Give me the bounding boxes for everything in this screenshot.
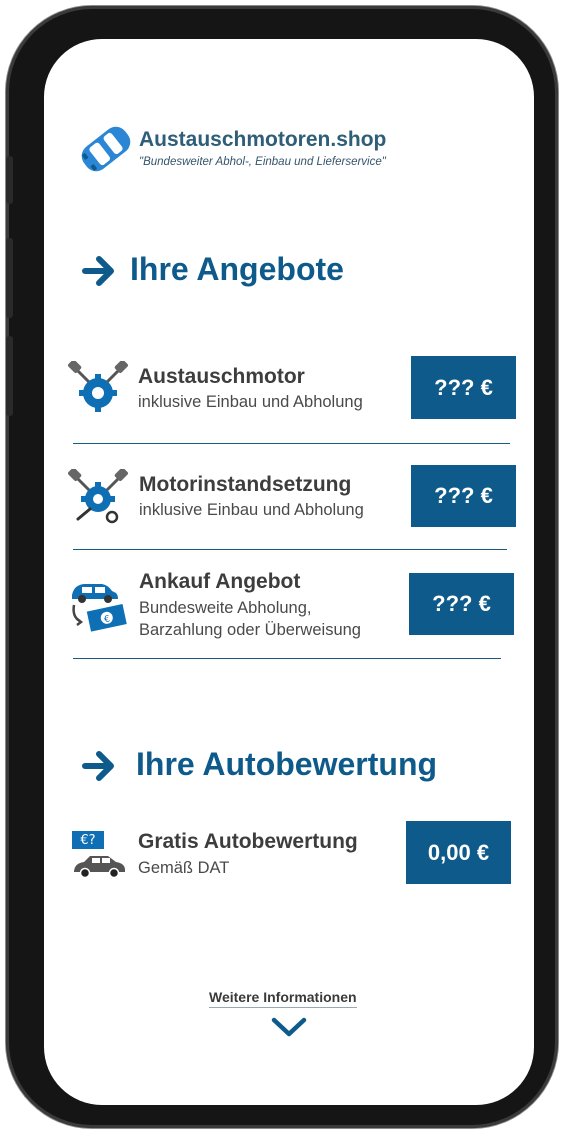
euro-question-badge: €? — [72, 831, 104, 849]
app-screen: Austauschmotoren.shop "Bundesweiter Abho… — [44, 39, 534, 1105]
logo-title: Austauschmotoren.shop — [139, 128, 387, 151]
divider — [73, 658, 501, 659]
valuation-title: Gratis Autobewertung — [138, 830, 358, 853]
car-logo-icon — [74, 121, 138, 177]
offer-title-motorinstandsetzung: Motorinstandsetzung — [139, 473, 352, 496]
valuation-section-title: Ihre Autobewertung — [136, 746, 438, 782]
phone-frame: Austauschmotoren.shop "Bundesweiter Abho… — [6, 6, 558, 1128]
engine-repair-icon — [68, 467, 128, 525]
divider — [73, 443, 510, 444]
arrow-right-icon — [82, 253, 118, 289]
car-money-icon: € — [68, 575, 130, 634]
price-button-motorinstandsetzung[interactable]: ??? € — [411, 465, 516, 527]
offer-subtitle-ankauf-line1: Bundesweite Abholung, — [139, 599, 312, 617]
offer-subtitle-ankauf-line2: Barzahlung oder Überweisung — [139, 621, 361, 639]
offer-subtitle-motorinstandsetzung: inklusive Einbau und Abholung — [139, 501, 364, 519]
volume-up-button — [6, 238, 13, 318]
car-valuation-icon: €? — [70, 831, 128, 881]
arrow-right-icon — [82, 748, 118, 784]
valuation-subtitle: Gemäß DAT — [138, 859, 230, 877]
offer-title-austauschmotor: Austauschmotor — [138, 365, 305, 388]
divider — [73, 549, 507, 550]
price-button-austauschmotor[interactable]: ??? € — [411, 356, 516, 419]
offers-section-title: Ihre Angebote — [130, 251, 344, 287]
offer-title-ankauf: Ankauf Angebot — [139, 570, 301, 593]
mute-switch — [6, 156, 13, 204]
price-button-valuation[interactable]: 0,00 € — [406, 821, 511, 884]
price-button-ankauf[interactable]: ??? € — [409, 573, 514, 635]
engine-gear-icon — [68, 359, 128, 413]
volume-down-button — [6, 336, 13, 416]
logo-tagline: "Bundesweiter Abhol-, Einbau und Liefers… — [139, 156, 386, 168]
chevron-down-icon[interactable] — [270, 1015, 308, 1039]
more-info-link[interactable]: Weitere Informationen — [209, 989, 357, 1008]
offer-subtitle-austauschmotor: inklusive Einbau und Abholung — [138, 393, 363, 411]
